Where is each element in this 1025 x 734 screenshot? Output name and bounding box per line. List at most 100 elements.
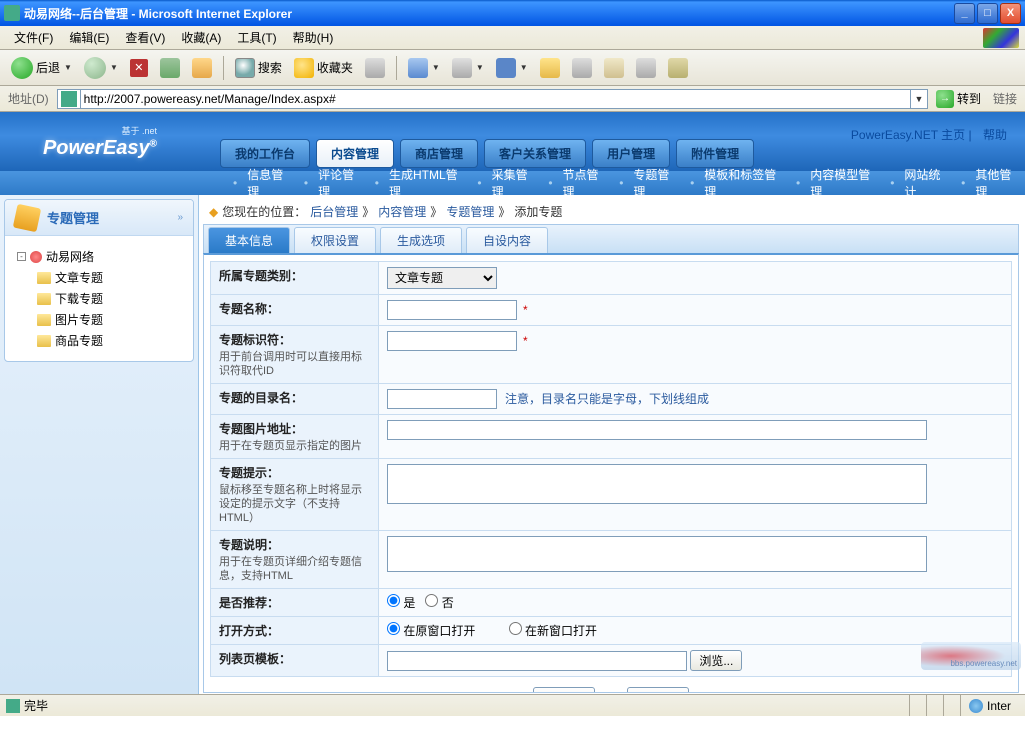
menu-file[interactable]: 文件(F) (6, 27, 61, 48)
radio-recommend-yes-label[interactable]: 是 (387, 596, 415, 610)
stop-icon: ✕ (130, 59, 148, 77)
bc-topic[interactable]: 专题管理 (446, 203, 494, 220)
toolbar-btn-a[interactable]: ▼ (403, 54, 445, 82)
collapse-icon[interactable]: - (17, 252, 26, 261)
status-text: 完毕 (24, 697, 48, 714)
label-category: 所属专题类别： (219, 269, 303, 283)
input-identifier[interactable] (387, 331, 517, 351)
label-list-tpl: 列表页模板： (219, 652, 291, 666)
bc-root[interactable]: 后台管理 (310, 203, 358, 220)
menu-tools[interactable]: 工具(T) (229, 27, 284, 48)
home-icon (192, 58, 212, 78)
menu-edit[interactable]: 编辑(E) (61, 27, 117, 48)
tree-item-product[interactable]: 商品专题 (13, 330, 185, 351)
tab-workspace[interactable]: 我的工作台 (220, 139, 310, 168)
folder-icon (37, 272, 51, 284)
radio-open-same-label[interactable]: 在原窗口打开 (387, 624, 475, 638)
bc-current: 添加专题 (514, 203, 562, 220)
app-icon (4, 5, 20, 21)
people-icon (668, 58, 688, 78)
history-button[interactable] (360, 54, 390, 82)
radio-open-same[interactable] (387, 622, 400, 635)
input-list-tpl[interactable] (387, 651, 687, 671)
radio-recommend-yes[interactable] (387, 594, 400, 607)
minimize-button[interactable]: _ (954, 3, 975, 24)
back-icon (11, 57, 33, 79)
radio-recommend-no[interactable] (425, 594, 438, 607)
form-table: 所属专题类别： 文章专题 专题名称： * 专题标识符：用于前台调用时可以直接用标… (210, 261, 1012, 677)
window-title: 动易网络--后台管理 - Microsoft Internet Explorer (24, 5, 954, 22)
favorites-button[interactable]: 收藏夹 (289, 54, 358, 82)
subtab-generate[interactable]: 生成选项 (380, 227, 462, 253)
refresh-button[interactable] (155, 54, 185, 82)
textarea-desc[interactable] (387, 536, 927, 572)
cancel-button[interactable]: 取消 (627, 687, 689, 693)
toolbar-btn-b[interactable] (535, 54, 565, 82)
go-button[interactable]: →转到 (932, 88, 985, 110)
close-button[interactable]: X (1000, 3, 1021, 24)
browse-button[interactable]: 浏览... (690, 650, 742, 671)
radio-recommend-no-label[interactable]: 否 (425, 596, 453, 610)
select-category[interactable]: 文章专题 (387, 267, 497, 289)
tree-item-image[interactable]: 图片专题 (13, 309, 185, 330)
input-name[interactable] (387, 300, 517, 320)
address-dropdown[interactable]: ▼ (911, 94, 927, 104)
subtab-basic[interactable]: 基本信息 (208, 227, 290, 253)
chevron-icon: » (177, 212, 183, 223)
link-help[interactable]: 帮助 (983, 128, 1007, 142)
required-mark: * (523, 334, 528, 348)
home-button[interactable] (187, 54, 217, 82)
toolbar-btn-c[interactable] (567, 54, 597, 82)
radio-open-new[interactable] (509, 622, 522, 635)
mail-button[interactable] (599, 54, 629, 82)
tree-root[interactable]: -动易网络 (13, 246, 185, 267)
status-section (943, 695, 960, 716)
address-input[interactable] (80, 89, 911, 109)
search-icon (235, 58, 255, 78)
menu-view[interactable]: 查看(V) (117, 27, 173, 48)
label-tips: 专题提示： (219, 466, 279, 480)
tab-crm[interactable]: 客户关系管理 (484, 139, 586, 168)
status-bar: 完毕 Inter (0, 694, 1025, 716)
address-bar: 地址(D) ▼ →转到 链接 (0, 86, 1025, 112)
maximize-button[interactable]: □ (977, 3, 998, 24)
edit-button[interactable]: ▼ (491, 54, 533, 82)
label-name: 专题名称： (219, 302, 279, 316)
textarea-tips[interactable] (387, 464, 927, 504)
status-zone: Inter (960, 695, 1019, 716)
forward-button[interactable]: ▼ (79, 53, 123, 83)
folder-icon (37, 335, 51, 347)
hint-desc: 用于在专题页详细介绍专题信息，支持HTML (219, 555, 370, 583)
history-icon (365, 58, 385, 78)
tab-user-mgmt[interactable]: 用户管理 (592, 139, 670, 168)
search-button[interactable]: 搜索 (230, 54, 287, 82)
bc-content[interactable]: 内容管理 (378, 203, 426, 220)
tab-shop-mgmt[interactable]: 商店管理 (400, 139, 478, 168)
tree-item-article[interactable]: 文章专题 (13, 267, 185, 288)
radio-open-new-label[interactable]: 在新窗口打开 (509, 624, 597, 638)
stop-button[interactable]: ✕ (125, 55, 153, 81)
subtab-custom[interactable]: 自设内容 (466, 227, 548, 253)
box-icon (13, 203, 41, 231)
page-icon (61, 91, 77, 107)
back-button[interactable]: 后退▼ (6, 53, 77, 83)
tree-item-download[interactable]: 下载专题 (13, 288, 185, 309)
links-label[interactable]: 链接 (989, 90, 1021, 107)
hint-identifier: 用于前台调用时可以直接用标识符取代ID (219, 350, 370, 378)
toolbar-btn-d[interactable] (631, 54, 661, 82)
tab-attachment-mgmt[interactable]: 附件管理 (676, 139, 754, 168)
input-img[interactable] (387, 420, 927, 440)
menu-favorites[interactable]: 收藏(A) (173, 27, 229, 48)
add-button[interactable]: 添加 (533, 687, 595, 693)
internet-icon (969, 699, 983, 713)
tab-content-mgmt[interactable]: 内容管理 (316, 139, 394, 168)
sub-tabs: 基本信息 权限设置 生成选项 自设内容 (203, 224, 1019, 253)
input-dir[interactable] (387, 389, 497, 409)
print-button[interactable]: ▼ (447, 54, 489, 82)
panel-header[interactable]: 专题管理 » (5, 200, 193, 236)
menu-help[interactable]: 帮助(H) (285, 27, 342, 48)
header-links: PowerEasy.NET 主页 | 帮助 (825, 126, 1025, 143)
link-home[interactable]: PowerEasy.NET 主页 (851, 128, 965, 142)
subtab-permission[interactable]: 权限设置 (294, 227, 376, 253)
messenger-button[interactable] (663, 54, 693, 82)
